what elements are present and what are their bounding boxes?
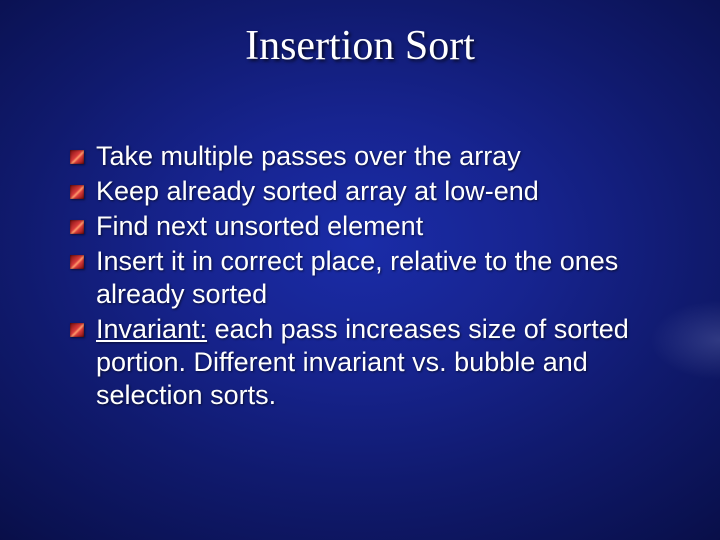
bullet-item: Keep already sorted array at low-end bbox=[70, 175, 670, 208]
slide: Insertion Sort Take multiple passes over… bbox=[0, 0, 720, 540]
bullet-item: Invariant: each pass increases size of s… bbox=[70, 313, 670, 412]
bullet-label: Invariant: bbox=[96, 314, 207, 344]
bullet-text: Keep already sorted array at low-end bbox=[96, 176, 539, 206]
bullet-item: Insert it in correct place, relative to … bbox=[70, 245, 670, 311]
bullet-icon bbox=[70, 150, 84, 164]
bullet-text: Insert it in correct place, relative to … bbox=[96, 246, 618, 309]
bullet-item: Take multiple passes over the array bbox=[70, 140, 670, 173]
bullet-icon bbox=[70, 323, 84, 337]
bullet-icon bbox=[70, 255, 84, 269]
bullet-text: Take multiple passes over the array bbox=[96, 141, 521, 171]
bullet-icon bbox=[70, 220, 84, 234]
slide-title: Insertion Sort bbox=[0, 22, 720, 70]
bullet-text: Find next unsorted element bbox=[96, 211, 423, 241]
slide-body: Take multiple passes over the array Keep… bbox=[70, 140, 670, 414]
bullet-icon bbox=[70, 185, 84, 199]
bullet-item: Find next unsorted element bbox=[70, 210, 670, 243]
